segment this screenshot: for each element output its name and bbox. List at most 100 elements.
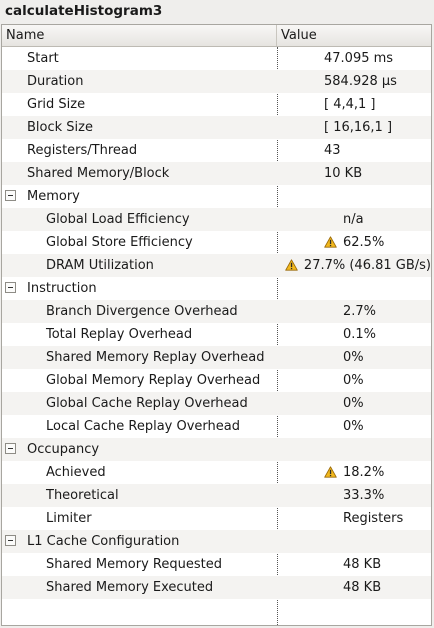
warning-triangle-icon [285,259,298,271]
table-header: Name Value [2,25,431,47]
warning-triangle-icon [324,236,337,248]
row-value-cell: 33.3% [321,484,431,507]
collapse-minus-icon[interactable] [5,282,16,293]
table-row[interactable]: Global Store Efficiency 62.5% [2,231,431,254]
table-row[interactable]: Limiter Registers [2,507,431,530]
row-value: 584.928 μs [324,74,397,89]
row-value: 18.2% [343,465,385,480]
row-value-cell: 27.7% (46.81 GB/s) [282,254,431,277]
table-row[interactable]: DRAM Utilization 27.7% (46.81 GB/s) [2,254,431,277]
table-row[interactable]: Shared Memory Replay Overhead 0% [2,346,431,369]
warning-triangle-icon [324,466,337,478]
row-name: Shared Memory Replay Overhead [2,346,321,369]
row-name: L1 Cache Configuration [2,530,302,553]
row-name: Occupancy [2,438,302,461]
table-row[interactable]: Shared Memory Requested 48 KB [2,553,431,576]
table-row[interactable]: Branch Divergence Overhead 2.7% [2,300,431,323]
row-value: 2.7% [343,304,377,319]
row-value: 10 KB [324,166,363,181]
row-label: Block Size [27,120,93,135]
row-value-cell: 10 KB [302,162,431,185]
row-value: 0% [343,419,364,434]
row-value: [ 4,4,1 ] [324,97,376,112]
table-row[interactable]: Shared Memory Executed 48 KB [2,576,431,599]
row-value-cell [302,185,431,208]
collapse-minus-icon[interactable] [5,443,16,454]
row-value-cell: 0% [321,392,431,415]
row-value: 62.5% [343,235,385,250]
row-value-cell: 0% [321,415,431,438]
row-label: Global Load Efficiency [46,212,190,227]
table-row[interactable]: Total Replay Overhead 0.1% [2,323,431,346]
group-row[interactable]: Occupancy [2,438,431,461]
row-value-cell [302,530,431,553]
row-name: Duration [2,70,302,93]
row-value: 0% [343,373,364,388]
row-value-cell: [ 16,16,1 ] [302,116,431,139]
row-name: Shared Memory Executed [2,576,321,599]
group-row[interactable]: L1 Cache Configuration [2,530,431,553]
row-label: Start [27,51,59,66]
row-name: Limiter [2,507,321,530]
collapse-minus-icon[interactable] [5,535,16,546]
row-name: Global Store Efficiency [2,231,321,254]
table-row[interactable]: Global Cache Replay Overhead 0% [2,392,431,415]
row-value: 27.7% (46.81 GB/s) [303,258,431,273]
row-label: Instruction [27,281,97,296]
group-row[interactable]: Instruction [2,277,431,300]
row-value: 47.095 ms [324,51,394,66]
row-value: n/a [343,212,364,227]
row-value: 43 [324,143,341,158]
table-row[interactable]: Block Size [ 16,16,1 ] [2,116,431,139]
row-value-cell: 48 KB [321,553,431,576]
row-label: Branch Divergence Overhead [46,304,238,319]
column-header-value[interactable]: Value [277,25,431,46]
row-value-cell: 62.5% [321,231,431,254]
table-row[interactable]: Global Load Efficiency n/a [2,208,431,231]
row-label: Duration [27,74,84,89]
row-label: Occupancy [27,442,100,457]
group-row[interactable]: Memory [2,185,431,208]
table-row[interactable]: Local Cache Replay Overhead 0% [2,415,431,438]
row-name: Theoretical [2,484,321,507]
row-value-cell: 48 KB [321,576,431,599]
row-label: Global Memory Replay Overhead [46,373,261,388]
row-label: Grid Size [27,97,86,112]
row-value-cell [302,277,431,300]
column-header-name[interactable]: Name [2,25,277,46]
row-name: Total Replay Overhead [2,323,321,346]
row-name: Shared Memory Requested [2,553,321,576]
table-row[interactable]: Start 47.095 ms [2,47,431,70]
properties-table: Name Value Start 47.095 ms Duration 584.928… [1,24,432,626]
table-row[interactable]: Theoretical 33.3% [2,484,431,507]
row-label: Achieved [46,465,106,480]
row-value: 48 KB [343,557,382,572]
table-row[interactable]: Global Memory Replay Overhead 0% [2,369,431,392]
table-row[interactable]: Shared Memory/Block 10 KB [2,162,431,185]
row-value-cell: 0% [321,346,431,369]
row-label: Memory [27,189,80,204]
row-value: 48 KB [343,580,382,595]
collapse-minus-icon[interactable] [5,190,16,201]
row-label: Shared Memory Requested [46,557,222,572]
row-value: 0% [343,350,364,365]
row-value-cell: 0.1% [321,323,431,346]
row-value: Registers [343,511,404,526]
row-label: L1 Cache Configuration [27,534,180,549]
table-row[interactable]: Grid Size [ 4,4,1 ] [2,93,431,116]
row-value-cell: n/a [321,208,431,231]
row-label: Theoretical [46,488,119,503]
row-label: Shared Memory Replay Overhead [46,350,265,365]
row-label: Global Cache Replay Overhead [46,396,248,411]
row-label: Local Cache Replay Overhead [46,419,240,434]
table-row[interactable]: Registers/Thread 43 [2,139,431,162]
panel-title: calculateHistogram3 [0,0,434,24]
row-value-cell: 0% [321,369,431,392]
row-label: Shared Memory/Block [27,166,170,181]
table-row[interactable]: Achieved 18.2% [2,461,431,484]
row-value-cell [302,438,431,461]
row-name: Instruction [2,277,302,300]
row-name: Start [2,47,302,70]
table-row[interactable]: Duration 584.928 μs [2,70,431,93]
row-name: Global Load Efficiency [2,208,321,231]
